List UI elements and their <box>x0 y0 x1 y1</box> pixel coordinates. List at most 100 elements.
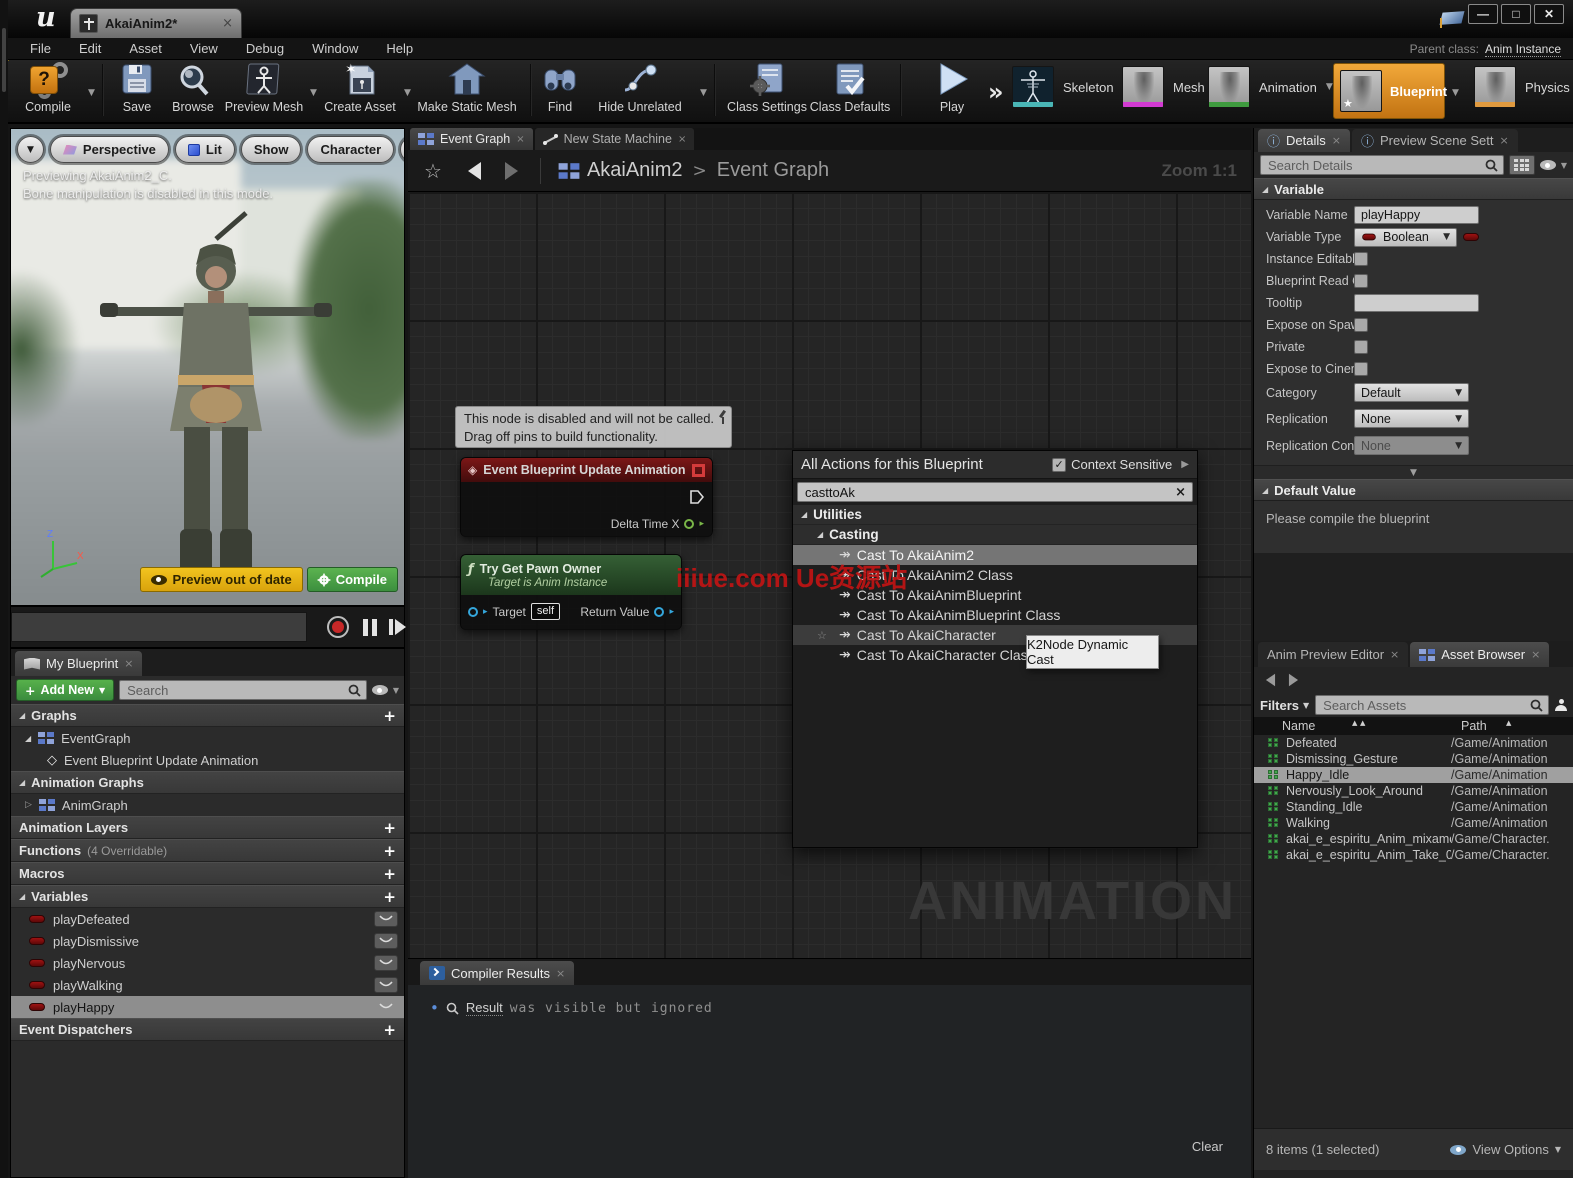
advanced-expander[interactable]: ▼ <box>1254 465 1573 479</box>
asset-row[interactable]: Standing_Idle /Game/Animation <box>1254 799 1573 815</box>
column-path[interactable]: Path <box>1461 719 1487 733</box>
tab-close-icon[interactable]: × <box>556 967 565 980</box>
delta-time-pin[interactable]: Delta Time X ▸ <box>611 517 704 531</box>
visibility-filter-icon[interactable] <box>372 685 388 695</box>
breadcrumb-page[interactable]: Event Graph <box>717 159 829 182</box>
timeline-track[interactable] <box>11 612 307 642</box>
animation-layers-section-header[interactable]: Animation Layers + <box>11 816 404 839</box>
tab-my-blueprint[interactable]: My Blueprint × <box>15 651 142 676</box>
variable-section-header[interactable]: ◢Variable <box>1254 178 1573 200</box>
clear-search-icon[interactable]: × <box>1175 485 1186 500</box>
record-button[interactable] <box>327 616 349 638</box>
class-defaults-button[interactable]: Class Defaults <box>808 62 892 114</box>
viewport-options-button[interactable]: ▼ <box>17 136 44 163</box>
details-view-options-caret[interactable]: ▼ <box>1561 161 1567 170</box>
blueprint-mode-caret[interactable]: ▼ <box>1452 88 1459 98</box>
mode-skeleton[interactable]: Skeleton <box>1012 66 1114 108</box>
compile-options-caret[interactable]: ▼ <box>88 88 95 98</box>
tab-details[interactable]: ⓘ Details × <box>1258 129 1350 152</box>
menu-item[interactable]: View <box>176 38 232 60</box>
asset-document-tab[interactable]: AkaiAnim2* × <box>70 8 242 38</box>
pause-button[interactable] <box>361 619 379 641</box>
variable-visibility-toggle[interactable] <box>374 955 398 971</box>
checkbox-checked-icon[interactable]: ✓ <box>1052 458 1066 472</box>
create-asset-caret[interactable]: ▼ <box>404 88 411 98</box>
viewport-compile-button[interactable]: Compile <box>307 567 398 592</box>
eventgraph-item[interactable]: ◢ EventGraph <box>11 727 404 749</box>
asset-search-input[interactable] <box>1316 696 1548 714</box>
character-button[interactable]: Character <box>307 136 394 163</box>
target-self-value[interactable]: self <box>531 603 560 620</box>
add-macro-button[interactable]: + <box>383 865 396 883</box>
window-maximize-button[interactable]: □ <box>1501 4 1531 24</box>
variable-row[interactable]: playDefeated <box>11 908 404 930</box>
preview-mesh-button[interactable]: Preview Mesh <box>222 62 306 114</box>
breadcrumb-root[interactable]: AkaiAnim2 <box>587 159 683 182</box>
tab-preview-scene-settings[interactable]: ⓘ Preview Scene Sett × <box>1352 129 1518 152</box>
context-sensitive-toggle[interactable]: ✓ Context Sensitive ▶ <box>1052 457 1189 472</box>
variable-row[interactable]: playHappy <box>11 996 404 1018</box>
tooltip-field[interactable] <box>1354 294 1479 312</box>
tab-close-icon[interactable]: × <box>678 134 686 145</box>
tab-close-icon[interactable]: × <box>222 16 233 31</box>
add-graph-button[interactable]: + <box>383 707 396 725</box>
tab-asset-browser[interactable]: Asset Browser × <box>1410 642 1549 667</box>
menu-item[interactable]: Window <box>298 38 372 60</box>
window-close-button[interactable]: ✕ <box>1534 4 1564 24</box>
target-pin[interactable]: ▸ Target self <box>468 603 560 620</box>
lod-auto-button[interactable]: LOD Auto <box>400 136 405 163</box>
clear-button[interactable]: Clear <box>1192 1139 1223 1154</box>
asset-row[interactable]: Happy_Idle /Game/Animation <box>1254 767 1573 783</box>
hide-unrelated-caret[interactable]: ▼ <box>700 88 707 98</box>
asset-row[interactable]: akai_e_espiritu_Anim_mixamo_c /Game/Char… <box>1254 831 1573 847</box>
animgraph-item[interactable]: ▷ AnimGraph <box>11 794 404 816</box>
blueprint-readonly-checkbox[interactable] <box>1354 274 1368 288</box>
variables-section-header[interactable]: ◢Variables + <box>11 885 404 908</box>
window-minimize-button[interactable]: — <box>1468 4 1498 24</box>
parent-class-value[interactable]: Anim Instance <box>1485 42 1561 57</box>
toolbar-overflow-chevrons[interactable]: » <box>988 78 1004 106</box>
asset-row[interactable]: Nervously_Look_Around /Game/Animation <box>1254 783 1573 799</box>
exec-output-pin[interactable] <box>690 490 704 504</box>
add-event-dispatcher-button[interactable]: + <box>383 1021 396 1039</box>
find-button[interactable]: Find <box>538 62 582 114</box>
asset-row[interactable]: akai_e_espiritu_Anim_Take_001 /Game/Char… <box>1254 847 1573 863</box>
functions-section-header[interactable]: Functions(4 Overridable) + <box>11 839 404 862</box>
cast-action-row[interactable]: ☆ ↠ Cast To AkaiAnimBlueprint Class <box>793 605 1197 625</box>
asset-row[interactable]: Defeated /Game/Animation <box>1254 735 1573 751</box>
view-options-button[interactable]: View Options ▼ <box>1450 1142 1561 1157</box>
left-edge-handle[interactable] <box>2 28 6 92</box>
browse-button[interactable]: Browse <box>166 62 220 114</box>
variable-visibility-toggle[interactable] <box>374 933 398 949</box>
menu-item[interactable]: Help <box>372 38 427 60</box>
replication-dropdown[interactable]: None▼ <box>1354 409 1469 428</box>
bookmark-star-icon[interactable]: ☆ <box>424 159 442 183</box>
perspective-button[interactable]: Perspective <box>50 136 169 163</box>
asset-nav-forward-icon[interactable] <box>1289 674 1298 687</box>
create-asset-button[interactable]: ✶ Create Asset <box>320 62 400 114</box>
category-utilities[interactable]: ◢Utilities <box>793 505 1197 525</box>
asset-nav-back-icon[interactable] <box>1266 674 1275 687</box>
tab-close-icon[interactable]: × <box>1531 648 1540 661</box>
asset-row[interactable]: Walking /Game/Animation <box>1254 815 1573 831</box>
tab-anim-preview-editor[interactable]: Anim Preview Editor × <box>1258 642 1408 667</box>
add-animation-layer-button[interactable]: + <box>383 819 396 837</box>
make-static-mesh-button[interactable]: Make Static Mesh <box>412 62 522 114</box>
property-matrix-button[interactable] <box>1509 155 1535 175</box>
lit-button[interactable]: Lit <box>175 136 235 163</box>
filters-button[interactable]: Filters▼ <box>1260 698 1309 713</box>
expand-arrow-icon[interactable]: ▶ <box>1181 459 1189 470</box>
variable-type-dropdown[interactable]: Boolean▼ <box>1354 228 1457 247</box>
mode-animation[interactable]: Animation ▼ <box>1208 66 1333 108</box>
event-dispatchers-section-header[interactable]: Event Dispatchers + <box>11 1018 404 1041</box>
nav-forward-icon[interactable] <box>505 162 518 180</box>
tab-new-state-machine[interactable]: New State Machine × <box>535 128 695 150</box>
tab-close-icon[interactable]: × <box>124 657 133 670</box>
save-button[interactable]: Save <box>112 62 162 114</box>
class-settings-button[interactable]: Class Settings <box>726 62 808 114</box>
category-dropdown[interactable]: Default▼ <box>1354 383 1469 402</box>
hide-unrelated-button[interactable]: Hide Unrelated <box>590 62 690 114</box>
tab-close-icon[interactable]: × <box>1390 648 1399 661</box>
play-button[interactable]: Play <box>924 62 980 114</box>
menu-item[interactable]: File <box>16 38 65 60</box>
